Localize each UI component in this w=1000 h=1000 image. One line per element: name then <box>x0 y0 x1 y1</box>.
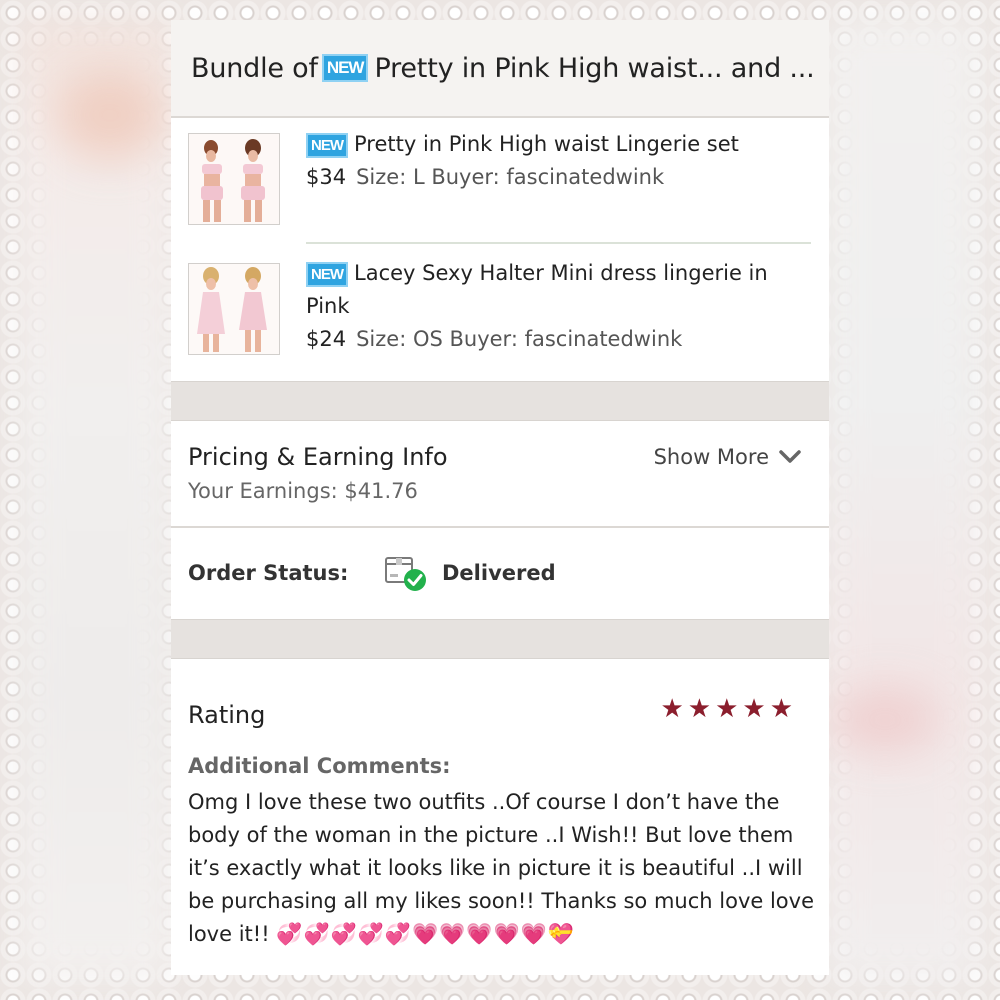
item-price: $24 <box>306 327 347 351</box>
section-gap <box>171 381 829 421</box>
show-more-label: Show More <box>653 445 769 469</box>
item-name: Pretty in Pink High waist Lingerie set <box>354 132 739 156</box>
blurred-background-right <box>828 22 978 978</box>
package-delivered-icon <box>385 557 426 591</box>
heart-emojis: 💞💞💞💞💞💗💗💗💗💗💝 <box>276 922 575 946</box>
title-text: Pretty in Pink High waist... and ... <box>374 52 815 84</box>
pricing-section: Pricing & Earning Info Your Earnings: $4… <box>171 421 829 528</box>
star-icon: ★ <box>742 693 766 723</box>
rating-section: Rating ★ ★ ★ ★ ★ Additional Comments: Om… <box>171 659 829 975</box>
item-meta: Size: OS Buyer: fascinatedwink <box>356 327 683 351</box>
star-rating: ★ ★ ★ ★ ★ <box>660 695 793 721</box>
item-info: NEW Lacey Sexy Halter Mini dress lingerie… <box>306 257 809 356</box>
list-item[interactable]: NEW Lacey Sexy Halter Mini dress lingerie… <box>171 244 829 381</box>
order-status-label: Order Status: <box>188 561 349 585</box>
item-name: Lacey Sexy Halter Mini dress lingerie in… <box>306 261 768 318</box>
section-gap <box>171 619 829 659</box>
title-prefix: Bundle of <box>191 52 318 84</box>
item-meta: Size: L Buyer: fascinatedwink <box>356 165 665 189</box>
pricing-title: Pricing & Earning Info <box>188 443 448 471</box>
show-more-button[interactable]: Show More <box>654 445 801 469</box>
item-thumbnail[interactable] <box>188 263 280 355</box>
item-thumbnail[interactable] <box>188 133 280 225</box>
blurred-background-left <box>22 22 172 978</box>
item-details: $24 Size: OS Buyer: fascinatedwink <box>306 323 809 356</box>
star-icon: ★ <box>687 693 712 723</box>
item-name-line: NEW Lacey Sexy Halter Mini dress lingerie… <box>306 257 809 323</box>
rating-label: Rating <box>188 701 266 729</box>
lingerie-photo-icon <box>189 134 279 224</box>
new-badge: NEW <box>306 261 348 287</box>
order-card: Bundle of NEW Pretty in Pink High waist.… <box>171 20 829 975</box>
order-status-section: Order Status: Delivered <box>171 528 829 619</box>
new-badge: NEW <box>321 54 369 82</box>
lingerie-photo-icon <box>189 264 279 354</box>
blurred-background-blob <box>55 70 165 160</box>
item-info: NEW Pretty in Pink High waist Lingerie se… <box>306 128 809 194</box>
new-badge: NEW <box>306 132 348 158</box>
order-status-value: Delivered <box>442 561 556 585</box>
list-item[interactable]: NEW Pretty in Pink High waist Lingerie se… <box>171 118 829 244</box>
page-title: Bundle of NEW Pretty in Pink High waist.… <box>171 20 829 118</box>
item-details: $34 Size: L Buyer: fascinatedwink <box>306 161 809 194</box>
star-icon: ★ <box>715 693 739 723</box>
review-comment: Omg I love these two outfits ..Of course… <box>188 786 815 951</box>
earnings-text: Your Earnings: $41.76 <box>188 479 418 503</box>
chevron-down-icon <box>779 450 801 463</box>
star-icon: ★ <box>769 693 793 723</box>
star-icon: ★ <box>660 693 684 723</box>
item-price: $34 <box>306 165 347 189</box>
additional-comments-label: Additional Comments: <box>188 754 451 778</box>
blurred-background-blob <box>830 690 940 750</box>
item-name-line: NEW Pretty in Pink High waist Lingerie se… <box>306 128 809 161</box>
